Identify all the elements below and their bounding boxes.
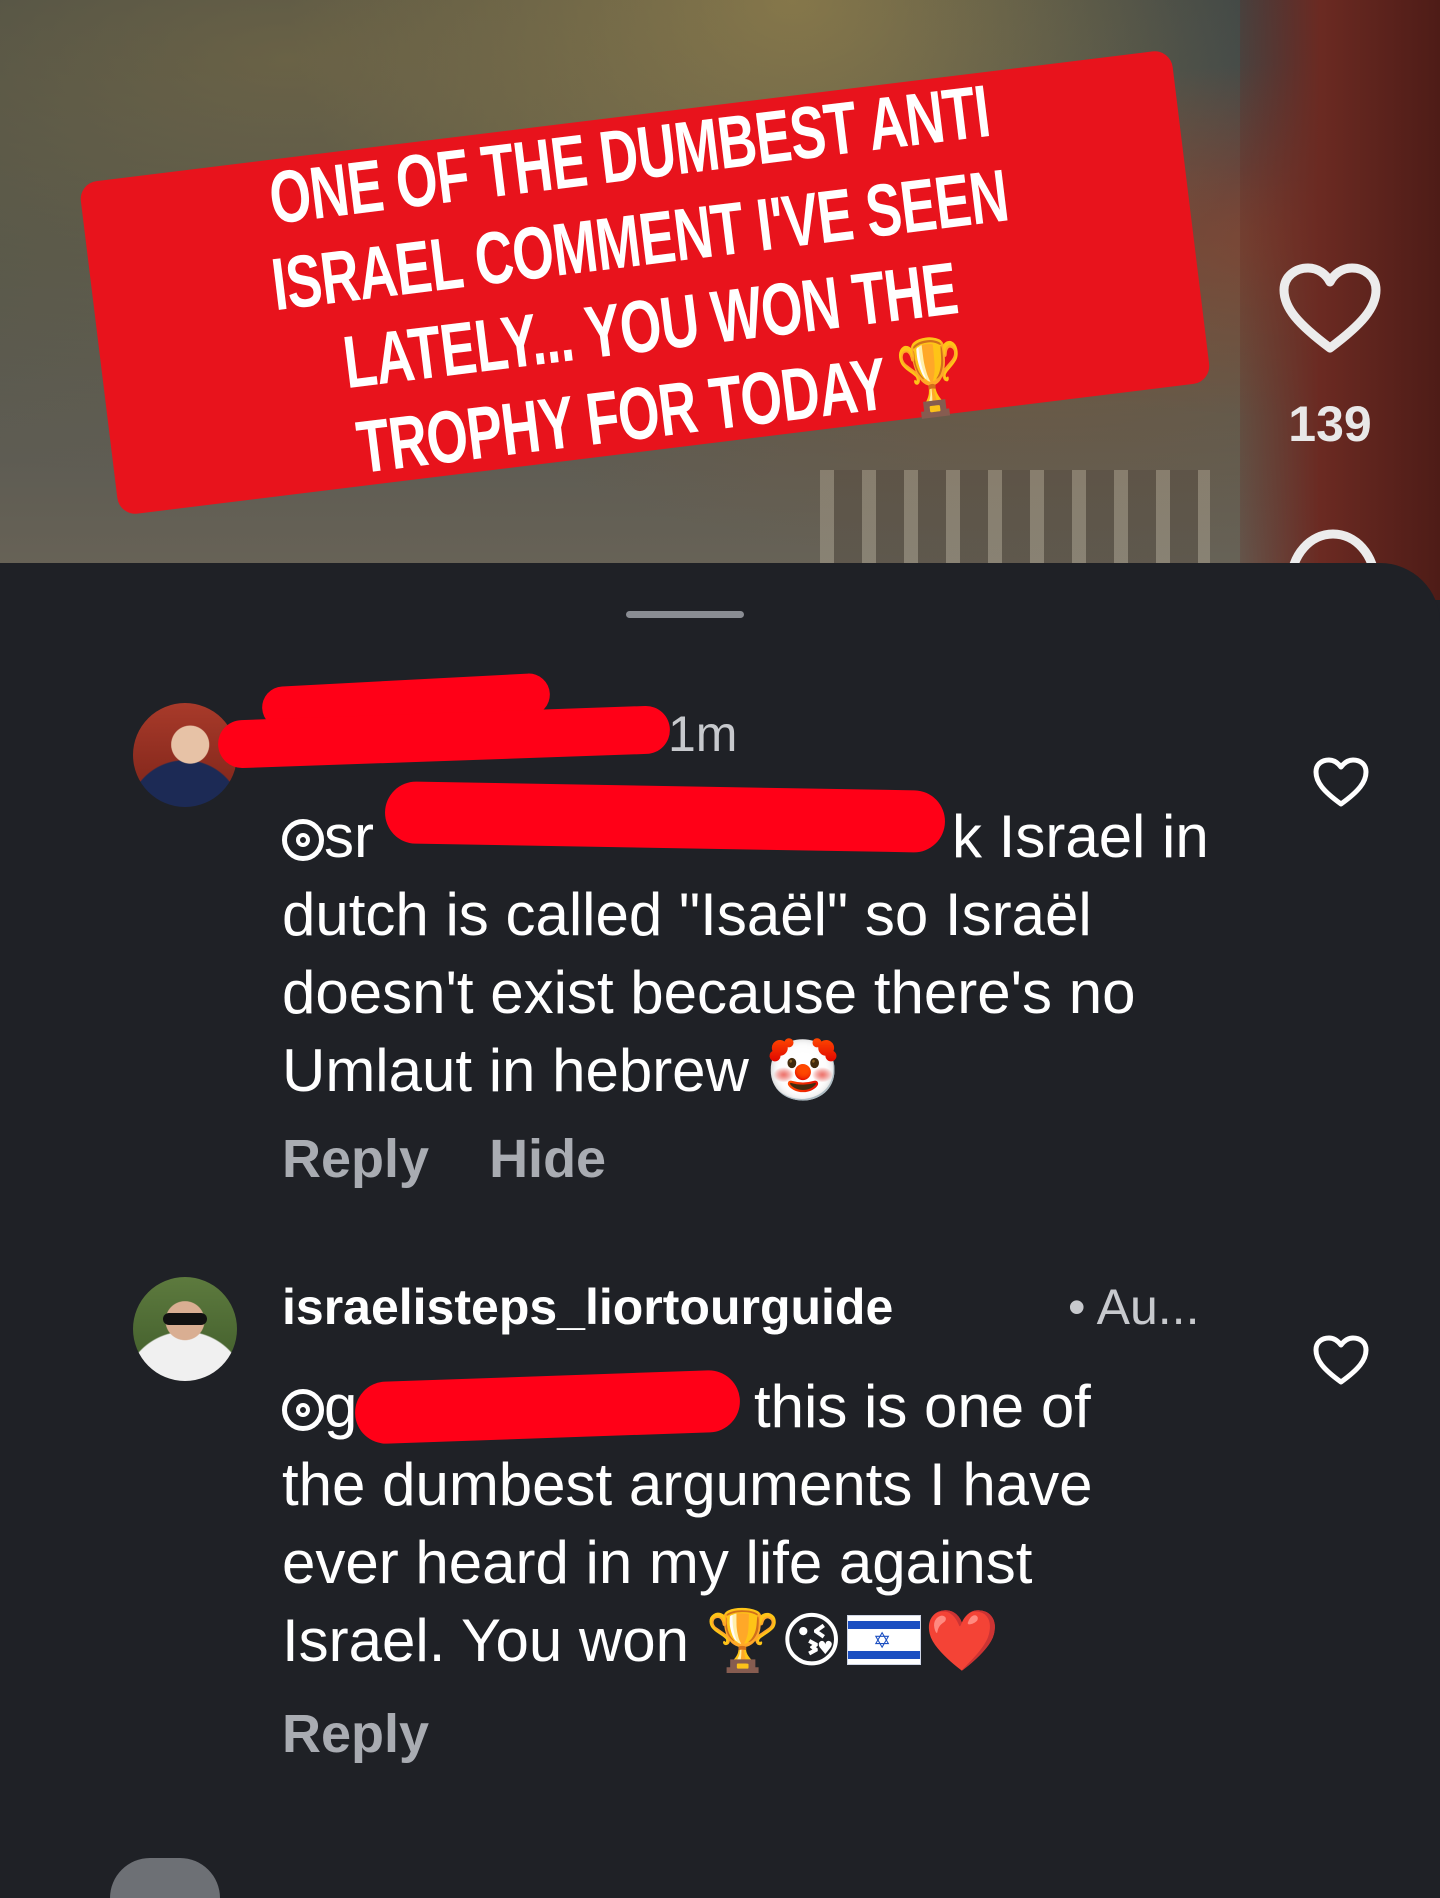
redaction-mark (384, 781, 946, 853)
reply-button[interactable]: Reply (282, 1129, 429, 1189)
sheet-drag-handle[interactable] (626, 611, 744, 618)
comment-timestamp: • Au... (1068, 1279, 1200, 1335)
comment-text-fragment: k Israel in (952, 803, 1209, 870)
threads-mention-icon (282, 819, 324, 861)
comment-heart-emoji: ❤️ (924, 1606, 1000, 1676)
comment-emojis: 🏆😘 (705, 1606, 843, 1676)
comment-actions: Reply Hide (282, 1128, 666, 1190)
like-count: 139 (1288, 396, 1372, 452)
heart-icon[interactable] (1278, 262, 1382, 354)
comment-text-line: the dumbest arguments I have (282, 1451, 1093, 1518)
avatar[interactable] (133, 1277, 237, 1381)
israel-flag-icon: ✡ (846, 1615, 921, 1665)
comment-username[interactable]: israelisteps_liortourguide (282, 1278, 893, 1336)
comments-sheet: 1m sr k Israel in dutch is called "Isaël… (0, 563, 1440, 1898)
heart-icon[interactable] (1312, 1334, 1370, 1386)
comment-timestamp: 1m (668, 706, 738, 762)
comment-text-rest: dutch is called "Isaël" so Israël doesn'… (282, 881, 1136, 1104)
heart-icon[interactable] (1312, 756, 1370, 808)
mention-prefix: g (324, 1373, 358, 1440)
comment-text-fragment: this is one of (754, 1373, 1091, 1440)
comment-text-line: Israel. You won (282, 1607, 689, 1674)
comment-text-line: ever heard in my life against (282, 1529, 1033, 1596)
hide-button[interactable]: Hide (489, 1129, 606, 1189)
background-balustrade (820, 470, 1210, 570)
threads-mention-icon (282, 1389, 324, 1431)
comment-actions: Reply (282, 1703, 489, 1765)
avatar-detail (163, 1313, 207, 1325)
reply-button[interactable]: Reply (282, 1704, 429, 1764)
mention-prefix: sr (324, 803, 374, 870)
avatar[interactable] (110, 1858, 220, 1898)
